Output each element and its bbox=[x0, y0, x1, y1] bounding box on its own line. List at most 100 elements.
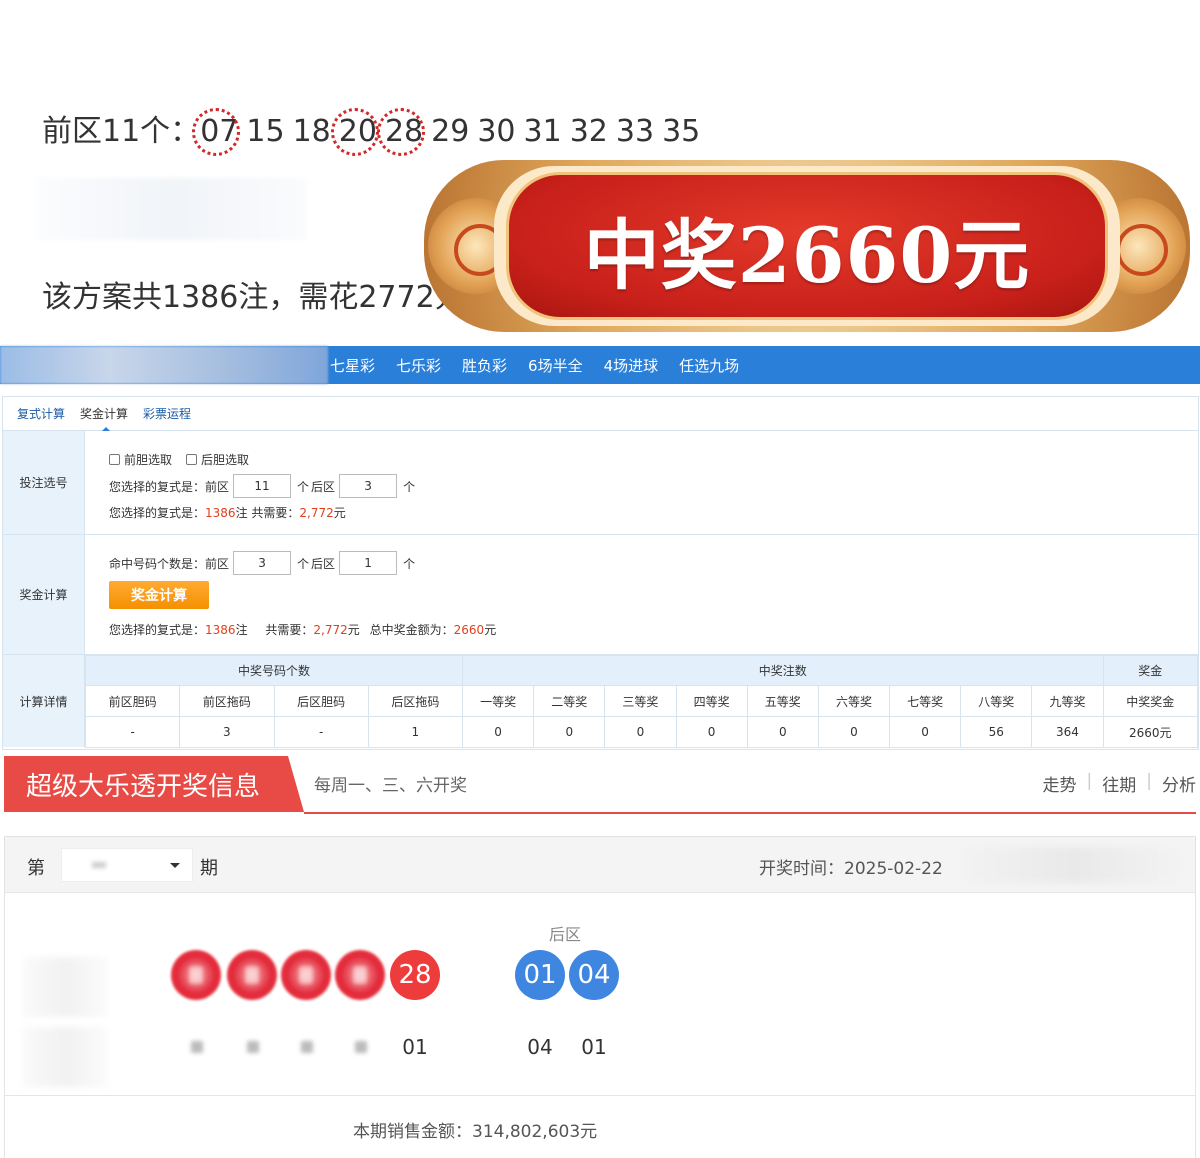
draw-info-header: 超级大乐透开奖信息 每周一、三、六开奖 走势 | 往期 | 分析 bbox=[4, 754, 1196, 814]
table-cell: 3 bbox=[179, 716, 275, 748]
prize-cost: 2,772 bbox=[313, 623, 348, 637]
link-history[interactable]: 往期 bbox=[1102, 771, 1136, 796]
caret-down-icon bbox=[170, 863, 180, 873]
column-header: 后区胆码 bbox=[273, 685, 369, 717]
column-header: 后区拖码 bbox=[367, 685, 464, 717]
nav-blurred-items bbox=[0, 346, 328, 384]
choose-prefix: 您选择的复式是： bbox=[109, 479, 206, 494]
unit-label: 个 bbox=[297, 556, 310, 571]
front-number: 30 bbox=[477, 114, 516, 149]
column-header: 三等奖 bbox=[604, 685, 677, 717]
back-dan-label: 后胆选取 bbox=[201, 453, 250, 467]
front-ball-blurred bbox=[171, 950, 221, 1000]
column-header: 前区胆码 bbox=[84, 685, 181, 717]
count-blurred bbox=[191, 1041, 203, 1053]
table-cell: 2660元 bbox=[1102, 716, 1199, 748]
back-ball: 01 bbox=[515, 950, 565, 1000]
nav-item-4chang[interactable]: 4场进球 bbox=[604, 355, 659, 376]
unit-label: 个 bbox=[403, 556, 416, 571]
front-count-input[interactable]: 11 bbox=[233, 474, 292, 498]
detail-row: 计算详情 中奖号码个数 中奖注数 奖金 前区胆码 前区拖码 后区胆码 后区拖码 一等奖二… bbox=[3, 655, 1199, 748]
hit-prefix: 命中号码个数是： bbox=[109, 556, 206, 571]
issue-bar: 第 期 开奖时间：2025-02-22 bbox=[5, 837, 1195, 893]
front-number: 18 bbox=[292, 114, 331, 149]
link-trend[interactable]: 走势 bbox=[1043, 771, 1077, 796]
draw-date: 开奖时间：2025-02-22 bbox=[759, 859, 943, 879]
table-cell: 0 bbox=[604, 716, 677, 748]
front-zone-line: 前区11个：07 15 18 20 28 29 30 31 32 33 35 bbox=[42, 106, 708, 156]
back-count-input[interactable]: 3 bbox=[339, 474, 398, 498]
front-ball-blurred bbox=[335, 950, 385, 1000]
count-blurred bbox=[301, 1041, 313, 1053]
draw-schedule: 每周一、三、六开奖 bbox=[314, 776, 467, 796]
prize-banner: 中奖2660元 bbox=[424, 160, 1190, 332]
front-dan-checkbox[interactable] bbox=[109, 454, 120, 465]
nav-items: 七星彩 七乐彩 胜负彩 6场半全 4场进球 任选九场 bbox=[330, 346, 760, 384]
front-label: 前区 bbox=[205, 556, 230, 571]
front-number: 33 bbox=[615, 114, 655, 149]
nav-item-renxuan9[interactable]: 任选九场 bbox=[679, 355, 739, 376]
nav-item-6chang[interactable]: 6场半全 bbox=[528, 355, 583, 376]
front-hit-input[interactable]: 3 bbox=[233, 551, 292, 575]
front-number: 35 bbox=[662, 114, 701, 149]
issue-value-blurred bbox=[92, 862, 106, 868]
front-number: 15 bbox=[246, 114, 285, 149]
issue-prefix: 第 bbox=[27, 858, 45, 879]
link-analysis[interactable]: 分析 bbox=[1162, 771, 1196, 796]
tab-lottery-fortune[interactable]: 彩票运程 bbox=[143, 405, 191, 422]
column-header-row: 前区胆码 前区拖码 后区胆码 后区拖码 一等奖 二等奖 三等奖 四等奖 五等奖 六等奖 七等奖 八等奖… bbox=[84, 685, 1199, 717]
table-cell: 56 bbox=[960, 716, 1033, 748]
column-header: 前区拖码 bbox=[179, 685, 275, 717]
banner-text: 中奖2660元 bbox=[583, 211, 1031, 300]
prize-calc-button[interactable]: 奖金计算 bbox=[109, 581, 209, 609]
promo-section: 前区11个：07 15 18 20 28 29 30 31 32 33 35 该方案共1386注，需… bbox=[0, 0, 1200, 345]
prize-bet-count: 1386 bbox=[205, 623, 236, 637]
column-header: 八等奖 bbox=[960, 685, 1033, 717]
bet-summary: 您选择的复式是：1386注 共需要：2,772元 bbox=[109, 506, 346, 520]
back-label: 后区 bbox=[311, 556, 336, 571]
nav-item-qixingcai[interactable]: 七星彩 bbox=[330, 355, 375, 376]
front-ball-blurred bbox=[227, 950, 277, 1000]
table-cell: 0 bbox=[675, 716, 748, 748]
table-cell: 364 bbox=[1031, 716, 1104, 748]
prize-row-label: 奖金计算 bbox=[3, 535, 85, 654]
front-label: 前区 bbox=[205, 479, 230, 494]
prize-summary: 您选择的复式是：1386注 共需要：2,772元 总中奖金额为：2660元 bbox=[109, 623, 497, 637]
detail-table: 中奖号码个数 中奖注数 奖金 前区胆码 前区拖码 后区胆码 后区拖码 一等奖 二等奖 三等奖… bbox=[84, 655, 1199, 748]
prize-calculator: 复式计算 奖金计算 彩票运程 投注选号 前胆选取 后胆选取 您选择的复式是： 前… bbox=[2, 396, 1199, 750]
table-cell: 0 bbox=[746, 716, 819, 748]
back-dan-checkbox[interactable] bbox=[186, 454, 198, 465]
tab-compound-calc[interactable]: 复式计算 bbox=[17, 405, 65, 422]
lottery-navbar: 七星彩 七乐彩 胜负彩 6场半全 4场进球 任选九场 bbox=[0, 346, 1200, 384]
side-blur-1 bbox=[23, 957, 107, 1017]
header-underline bbox=[304, 812, 1196, 814]
column-header: 六等奖 bbox=[817, 685, 891, 717]
nav-item-shengfucai[interactable]: 胜负彩 bbox=[462, 355, 507, 376]
draw-info-title: 超级大乐透开奖信息 bbox=[4, 756, 304, 812]
count-blurred bbox=[355, 1041, 367, 1053]
front-number: 20 bbox=[330, 108, 379, 156]
back-count: 04 bbox=[527, 1035, 553, 1059]
back-hit-input[interactable]: 1 bbox=[339, 551, 398, 575]
issue-suffix: 期 bbox=[200, 858, 218, 879]
issue-select[interactable] bbox=[61, 848, 193, 882]
calc-tabs: 复式计算 奖金计算 彩票运程 bbox=[3, 397, 1198, 431]
group-header-prize: 奖金 bbox=[1102, 655, 1199, 686]
table-cell: - bbox=[273, 716, 369, 748]
front-zone-numbers: 07 15 18 20 28 29 30 31 32 33 35 bbox=[192, 108, 708, 156]
nav-item-qilecai[interactable]: 七乐彩 bbox=[396, 355, 441, 376]
sales-value: 314,802,603元 bbox=[472, 1122, 598, 1142]
column-header: 四等奖 bbox=[675, 685, 748, 717]
front-number: 07 bbox=[192, 108, 241, 156]
sales-divider bbox=[5, 1095, 1195, 1096]
column-header: 中奖奖金 bbox=[1102, 685, 1199, 717]
count-blurred bbox=[247, 1041, 259, 1053]
bet-row: 投注选号 前胆选取 后胆选取 您选择的复式是： 前区 11 个 后区 3 个 您… bbox=[3, 431, 1198, 535]
group-header-hits: 中奖号码个数 bbox=[85, 655, 463, 686]
prize-total: 2660 bbox=[453, 623, 485, 637]
table-cell: - bbox=[84, 716, 181, 748]
front-number: 28 bbox=[376, 108, 426, 156]
front-dan-label: 前胆选取 bbox=[124, 453, 173, 467]
tab-prize-calc[interactable]: 奖金计算 bbox=[80, 405, 128, 431]
table-cell: 0 bbox=[533, 716, 606, 748]
